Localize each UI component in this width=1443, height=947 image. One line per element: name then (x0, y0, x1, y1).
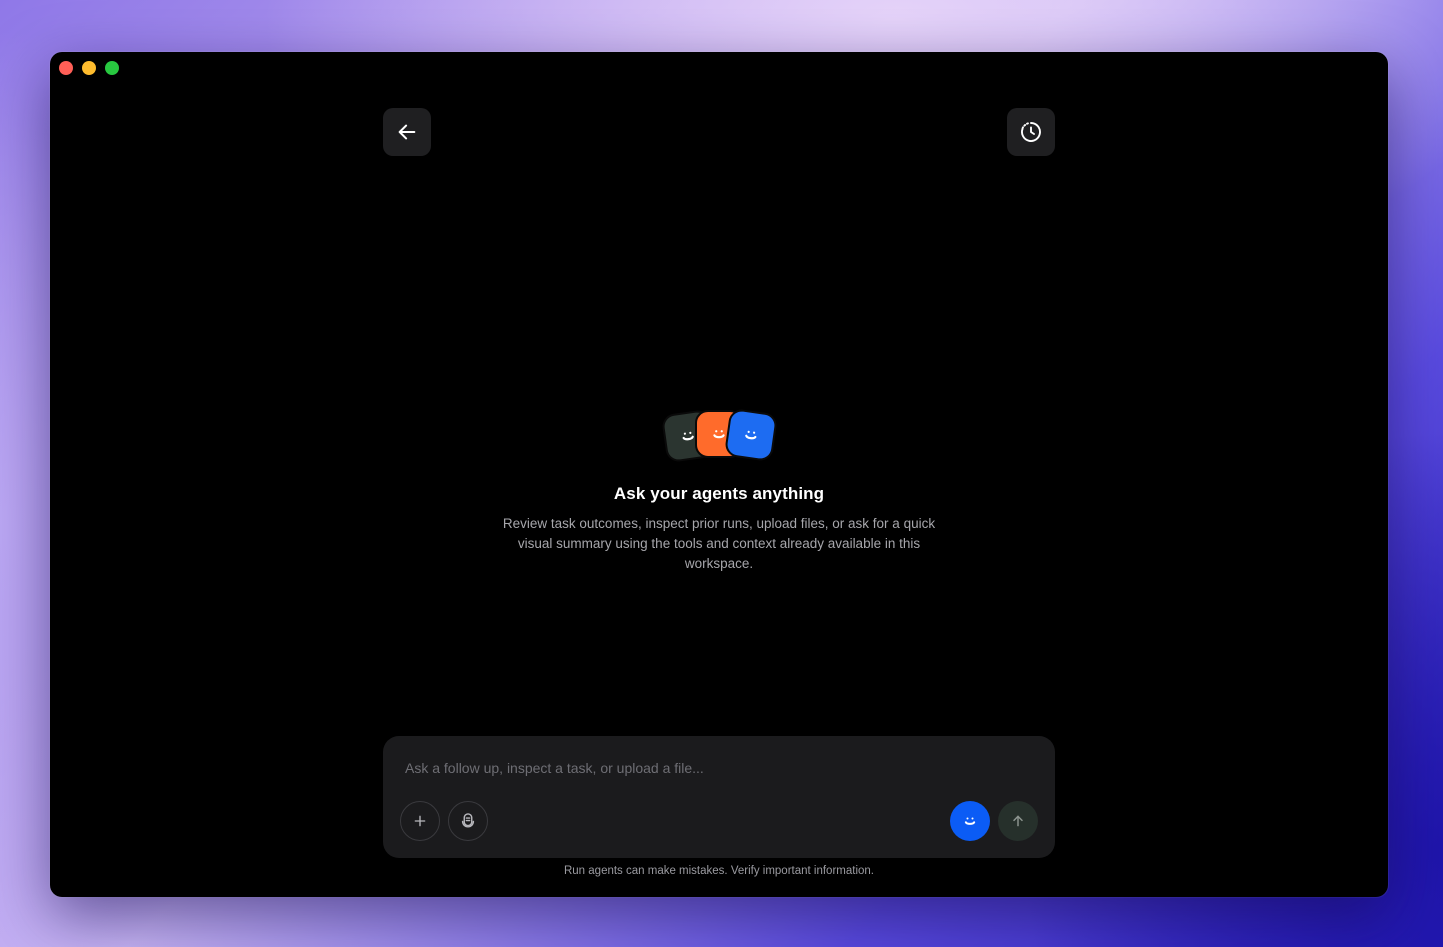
attach-button[interactable] (400, 801, 440, 841)
plus-icon (414, 815, 426, 827)
hero-title: Ask your agents anything (613, 484, 825, 503)
history-clock-icon (1021, 122, 1041, 142)
send-button[interactable] (998, 801, 1038, 841)
chat-input[interactable] (403, 756, 1027, 780)
history-button[interactable] (1007, 108, 1055, 156)
agent-select-button[interactable] (950, 801, 990, 841)
chat-composer (383, 736, 1055, 858)
agent-avatar-blue (723, 407, 779, 463)
hero-description: Review task outcomes, inspect prior runs… (502, 516, 936, 571)
agent-avatars (660, 407, 779, 464)
zoom-window-button[interactable] (105, 61, 119, 75)
arrow-left-icon (398, 124, 416, 140)
empty-state: Ask your agents anything Review task out… (50, 407, 1388, 574)
voice-button[interactable] (448, 801, 488, 841)
traffic-lights (59, 61, 119, 75)
smiley-icon (745, 430, 757, 440)
smiley-icon (964, 817, 976, 825)
app-window: Ask your agents anything Review task out… (50, 52, 1388, 897)
microphone-icon (461, 813, 475, 828)
arrow-up-icon (1013, 815, 1023, 827)
close-window-button[interactable] (59, 61, 73, 75)
minimize-window-button[interactable] (82, 61, 96, 75)
disclaimer-text: Run agents can make mistakes. Verify imp… (563, 865, 874, 877)
back-button[interactable] (383, 108, 431, 156)
